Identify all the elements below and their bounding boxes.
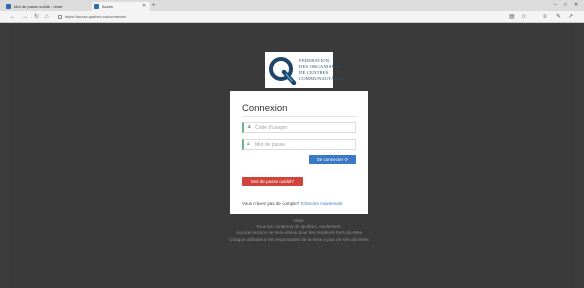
footer-notice: Note: Tous les contenus de Québec, seule… [180,218,418,243]
tab-label: Mot de passe oublié - reset [14,4,63,9]
browser-titlebar: Mot de passe oublié - reset Accès ✕ + – … [0,0,584,11]
refresh-icon[interactable]: ↻ [34,11,39,23]
close-window-button[interactable]: ✕ [574,1,578,10]
site-favicon-icon [94,4,99,9]
back-icon[interactable]: ← [10,11,16,23]
logo-wordmark: FEDERATION DES ORGANISMES DE CENTRES COM… [299,58,346,81]
login-card: Connexion ♟ 🔒︎ Se connecter ⟳ Mot de pas… [230,91,368,214]
home-icon[interactable]: ⌂ [45,11,49,23]
footer-line: Chaque utilisateur est responsable de la… [229,236,369,242]
browser-tab-1[interactable]: Mot de passe oublié - reset [4,2,90,11]
signup-link[interactable]: S'inscrire maintenant [301,201,343,206]
q-logo-icon [269,57,297,85]
password-field[interactable]: 🔒︎ [242,139,356,150]
new-tab-button[interactable]: + [152,2,156,11]
password-input[interactable] [255,141,353,148]
tab-label: Accès [102,4,113,9]
signup-prompt: Vous n'avez pas de compte? S'inscrire ma… [242,201,343,206]
browser-tab-2[interactable]: Accès ✕ [92,2,150,11]
divider [242,116,356,117]
reading-view-icon[interactable]: ▤ [509,11,515,23]
forgot-password-button[interactable]: Mot de passe oublié? [242,177,303,186]
username-field[interactable]: ♟ [242,122,356,133]
hub-icon[interactable]: ≡ [543,11,547,23]
connect-button[interactable]: Se connecter ⟳ [309,155,356,164]
username-input[interactable] [255,124,353,131]
organization-logo: FEDERATION DES ORGANISMES DE CENTRES COM… [265,52,345,88]
share-icon[interactable]: ↗ [568,11,573,23]
site-favicon-icon [6,4,11,9]
login-title: Connexion [242,103,288,114]
close-tab-icon[interactable]: ✕ [142,2,146,11]
maximize-button[interactable]: □ [564,1,567,10]
address-bar[interactable]: https://acces.quebec.ca/connexion [58,13,478,21]
url-text: https://acces.quebec.ca/connexion [65,14,127,19]
lock-icon [58,14,62,19]
browser-toolbar: ← → ↻ ⌂ https://acces.quebec.ca/connexio… [0,11,584,23]
user-icon: ♟ [247,124,252,130]
forward-icon[interactable]: → [22,11,28,23]
notes-pen-icon[interactable]: ✎ [556,11,561,23]
lock-icon: 🔒︎ [247,141,250,147]
minimize-button[interactable]: – [554,1,557,10]
favorite-star-icon[interactable]: ☆ [521,11,526,23]
